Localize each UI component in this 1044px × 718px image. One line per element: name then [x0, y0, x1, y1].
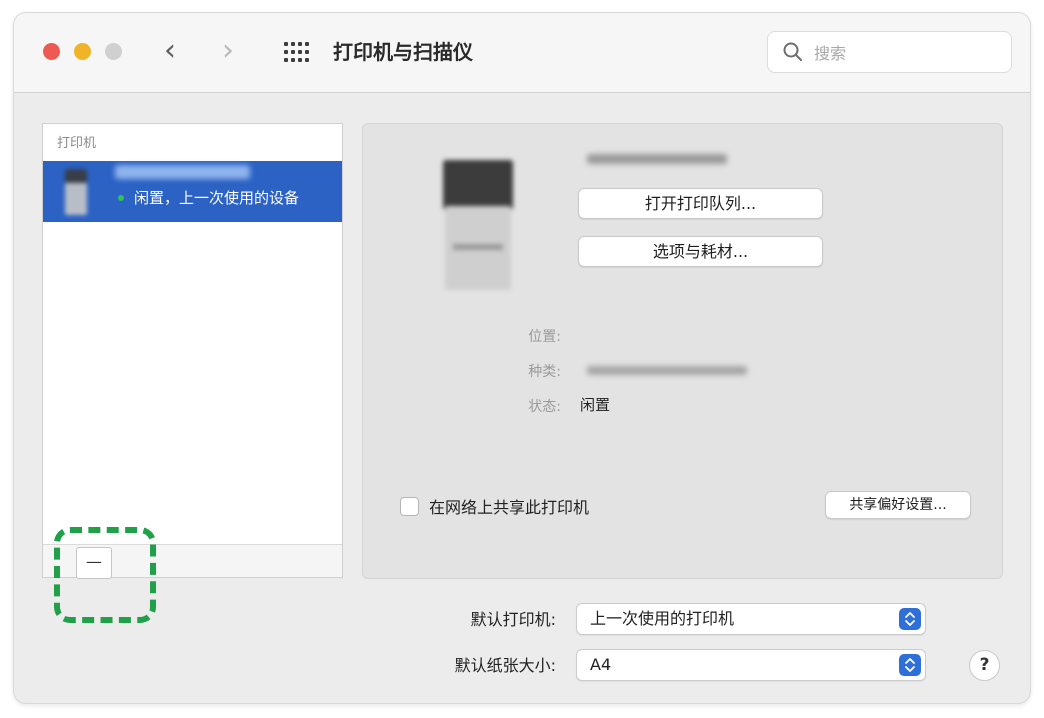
show-all-grid-icon[interactable]: [284, 42, 310, 62]
default-printer-label: 默认打印机:: [470, 610, 556, 629]
printer-status: 闲置，上一次使用的设备: [134, 189, 300, 207]
kind-value-redacted: [587, 366, 747, 375]
sharing-preferences-button[interactable]: 共享偏好设置...: [825, 491, 971, 519]
printer-list-item[interactable]: 闲置，上一次使用的设备: [43, 161, 342, 222]
share-printer-label[interactable]: 在网络上共享此打印机: [429, 494, 589, 518]
options-supplies-button[interactable]: 选项与耗材...: [578, 236, 823, 267]
up-down-chevron-icon: [899, 654, 921, 676]
highlight-box: [54, 527, 156, 623]
status-value: 闲置: [580, 396, 611, 414]
share-printer-checkbox[interactable]: [400, 497, 419, 516]
printer-icon: [65, 169, 87, 215]
printer-detail-panel: 打开打印队列... 选项与耗材... 位置: 种类: 状态: 闲置 在网络上共享…: [362, 123, 1003, 579]
printer-model-redacted: [587, 154, 727, 164]
paper-size-value: A4: [590, 655, 612, 674]
kind-label: 种类:: [528, 364, 561, 380]
help-button[interactable]: ?: [969, 650, 1000, 681]
forward-chevron-icon[interactable]: ›: [222, 33, 234, 69]
printers-scanners-window: ‹ › 打印机与扫描仪 打印机 闲置，上一次使用的设备 —: [14, 13, 1030, 703]
default-printer-select[interactable]: 上一次使用的打印机: [576, 603, 926, 635]
window-title: 打印机与扫描仪: [333, 40, 473, 64]
search-field[interactable]: [767, 31, 1012, 73]
printer-list: 打印机 闲置，上一次使用的设备: [42, 123, 343, 578]
open-print-queue-button[interactable]: 打开打印队列...: [578, 188, 823, 219]
location-label: 位置:: [528, 329, 561, 345]
printer-name-redacted: [115, 165, 250, 179]
search-input[interactable]: [812, 38, 1006, 68]
close-window-button[interactable]: [43, 43, 60, 60]
paper-size-label: 默认纸张大小:: [454, 656, 556, 675]
search-icon: [783, 42, 802, 61]
up-down-chevron-icon: [899, 608, 921, 630]
title-bar: ‹ › 打印机与扫描仪: [14, 13, 1030, 93]
paper-size-select[interactable]: A4: [576, 649, 926, 681]
zoom-window-button[interactable]: [105, 43, 122, 60]
printer-image: [439, 160, 519, 290]
status-label: 状态:: [528, 399, 561, 415]
back-chevron-icon[interactable]: ‹: [164, 33, 176, 69]
status-dot-icon: [118, 195, 124, 201]
minimize-window-button[interactable]: [74, 43, 91, 60]
printer-list-header: 打印机: [57, 136, 97, 151]
default-printer-value: 上一次使用的打印机: [590, 609, 735, 628]
